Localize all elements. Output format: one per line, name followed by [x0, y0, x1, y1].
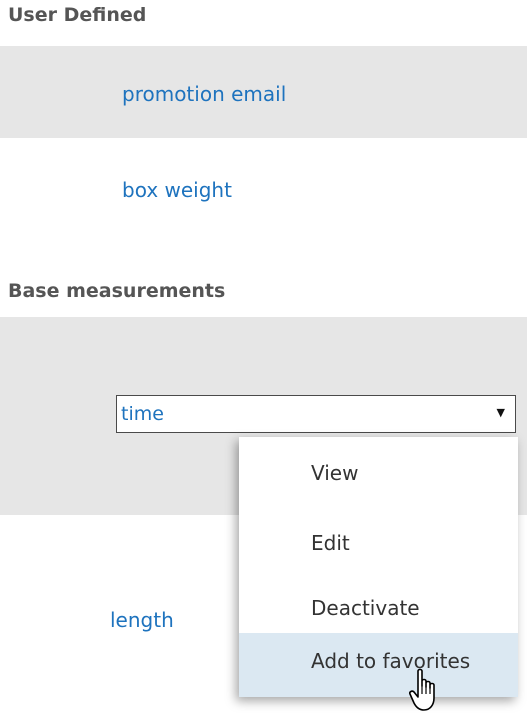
- context-menu: View Edit Deactivate Add to favorites: [239, 437, 518, 697]
- link-box-weight[interactable]: box weight: [122, 178, 232, 202]
- select-value: time: [121, 403, 164, 425]
- menu-item-label: Deactivate: [311, 596, 420, 620]
- time-dropdown-select[interactable]: time ▼: [116, 395, 516, 433]
- section-title-base-measurements: Base measurements: [8, 280, 226, 302]
- menu-item-label: Add to favorites: [311, 649, 471, 673]
- list-item-promotion-email[interactable]: promotion email: [0, 46, 527, 138]
- link-promotion-email[interactable]: promotion email: [122, 82, 286, 106]
- hand-pointer-cursor-icon: [409, 668, 435, 711]
- menu-item-label: Edit: [311, 531, 350, 555]
- menu-item-view[interactable]: View: [239, 443, 518, 503]
- section-title-user-defined: User Defined: [8, 4, 147, 26]
- menu-item-label: View: [311, 461, 359, 485]
- menu-item-edit[interactable]: Edit: [239, 513, 518, 573]
- list-item-box-weight[interactable]: box weight: [0, 138, 527, 238]
- menu-item-deactivate[interactable]: Deactivate: [239, 578, 518, 638]
- page: User Defined promotion email box weight …: [0, 0, 527, 719]
- dropdown-caret-icon[interactable]: ▼: [497, 406, 505, 419]
- menu-item-add-to-favorites[interactable]: Add to favorites: [239, 633, 518, 697]
- link-length[interactable]: length: [110, 608, 174, 632]
